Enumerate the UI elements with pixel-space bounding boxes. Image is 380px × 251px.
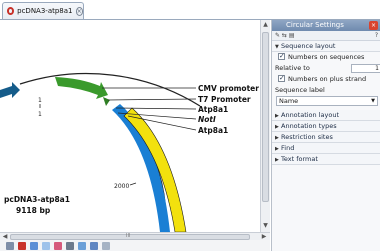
scroll-left-icon[interactable]: ◀ bbox=[1, 233, 9, 240]
section-restriction-sites[interactable]: ▶ Restriction sites bbox=[272, 132, 380, 143]
circular-map-view[interactable]: CMV promoter T7 Promoter Atp8a1 NotI Atp… bbox=[0, 20, 260, 232]
panel-tool-icons[interactable]: ✎ ⇆ ▤ bbox=[275, 32, 295, 39]
checkbox-icon[interactable] bbox=[278, 51, 285, 62]
checkbox-numbers-on-sequences[interactable]: Numbers on sequences bbox=[272, 51, 380, 63]
label-atp8a1[interactable]: Atp8a1 bbox=[198, 105, 228, 114]
relative-to-input[interactable]: 1 bbox=[351, 64, 380, 73]
history-icon[interactable] bbox=[78, 241, 86, 250]
horizontal-scrollbar[interactable]: ◀ III ▶ bbox=[0, 232, 270, 240]
leader-atp1 bbox=[115, 107, 197, 110]
section-find[interactable]: ▶ Find bbox=[272, 143, 380, 154]
tick-label-1b: 1 bbox=[38, 111, 42, 118]
restriction-icon[interactable] bbox=[66, 241, 74, 250]
vertical-scrollbar[interactable]: ▲ ▼ bbox=[260, 20, 270, 232]
panel-close-icon[interactable]: × bbox=[369, 21, 378, 30]
feature-cmv-promoter bbox=[55, 77, 108, 99]
label-cmv-promoter[interactable]: CMV promoter bbox=[198, 84, 259, 93]
section-text-format[interactable]: ▶ Text format bbox=[272, 154, 380, 165]
tick-label-2000: 2000 bbox=[114, 183, 129, 190]
tick-mark-2000 bbox=[129, 182, 137, 186]
scroll-grip: III bbox=[126, 233, 131, 239]
circular-view-icon[interactable] bbox=[18, 241, 26, 250]
linear-view-icon[interactable] bbox=[30, 241, 38, 250]
feature-arrow-left bbox=[0, 82, 20, 98]
split-view-icon[interactable] bbox=[90, 241, 98, 250]
sequence-label-select[interactable]: Name ▼ bbox=[276, 96, 378, 106]
label-atp8a1-2[interactable]: Atp8a1 bbox=[198, 126, 228, 135]
plasmid-backbone bbox=[19, 72, 201, 107]
scroll-up-icon[interactable]: ▲ bbox=[262, 21, 269, 28]
label-noti[interactable]: NotI bbox=[198, 115, 216, 124]
more-views-icon[interactable] bbox=[102, 241, 110, 250]
panel-tools: ✎ ⇆ ▤ ? bbox=[272, 31, 380, 41]
panel-body: ▼Sequence layout Numbers on sequences Re… bbox=[272, 41, 380, 165]
side-panel: Circular Settings × ✎ ⇆ ▤ ? ▼ Sequence la… bbox=[271, 20, 380, 251]
checkbox-icon[interactable] bbox=[278, 73, 285, 84]
tab-strip: pcDNA3-atp8a1 × bbox=[0, 0, 380, 22]
text-view-icon[interactable] bbox=[42, 241, 50, 250]
gear-icon[interactable] bbox=[6, 241, 14, 250]
sequence-label-heading: Sequence label bbox=[275, 86, 325, 94]
leader-t7 bbox=[107, 98, 197, 101]
section-sequence-layout[interactable]: ▼ Sequence layout bbox=[272, 41, 380, 52]
section-annotation-layout[interactable]: ▶ Annotation layout bbox=[272, 110, 380, 121]
panel-title: Circular Settings bbox=[272, 20, 380, 31]
dropdown-arrow-icon: ▼ bbox=[371, 98, 375, 104]
feature-t7-promoter bbox=[103, 97, 110, 106]
section-annotation-types[interactable]: ▶ Annotation types bbox=[272, 121, 380, 132]
tick-label-1a: 1 bbox=[38, 97, 42, 104]
scroll-right-icon[interactable]: ▶ bbox=[260, 233, 268, 240]
scroll-down-icon[interactable]: ▼ bbox=[262, 222, 269, 229]
help-icon[interactable]: ? bbox=[375, 31, 378, 41]
annotation-table-icon[interactable] bbox=[54, 241, 62, 250]
label-t7-promoter[interactable]: T7 Promoter bbox=[198, 95, 251, 104]
vertical-scroll-thumb[interactable] bbox=[262, 32, 269, 202]
plasmid-name: pcDNA3-atp8a1 bbox=[4, 195, 70, 204]
tab-label: pcDNA3-atp8a1 bbox=[17, 7, 73, 15]
tab-pcdna3-atp8a1[interactable]: pcDNA3-atp8a1 × bbox=[2, 2, 84, 19]
view-toolbar bbox=[0, 240, 270, 251]
tab-close-icon[interactable]: × bbox=[75, 6, 83, 16]
relative-to-row: Relative to 1 bbox=[275, 64, 380, 73]
circular-sequence-icon bbox=[7, 7, 15, 15]
checkbox-numbers-plus-strand[interactable]: Numbers on plus strand bbox=[272, 73, 380, 85]
plasmid-length: 9118 bp bbox=[16, 206, 51, 215]
